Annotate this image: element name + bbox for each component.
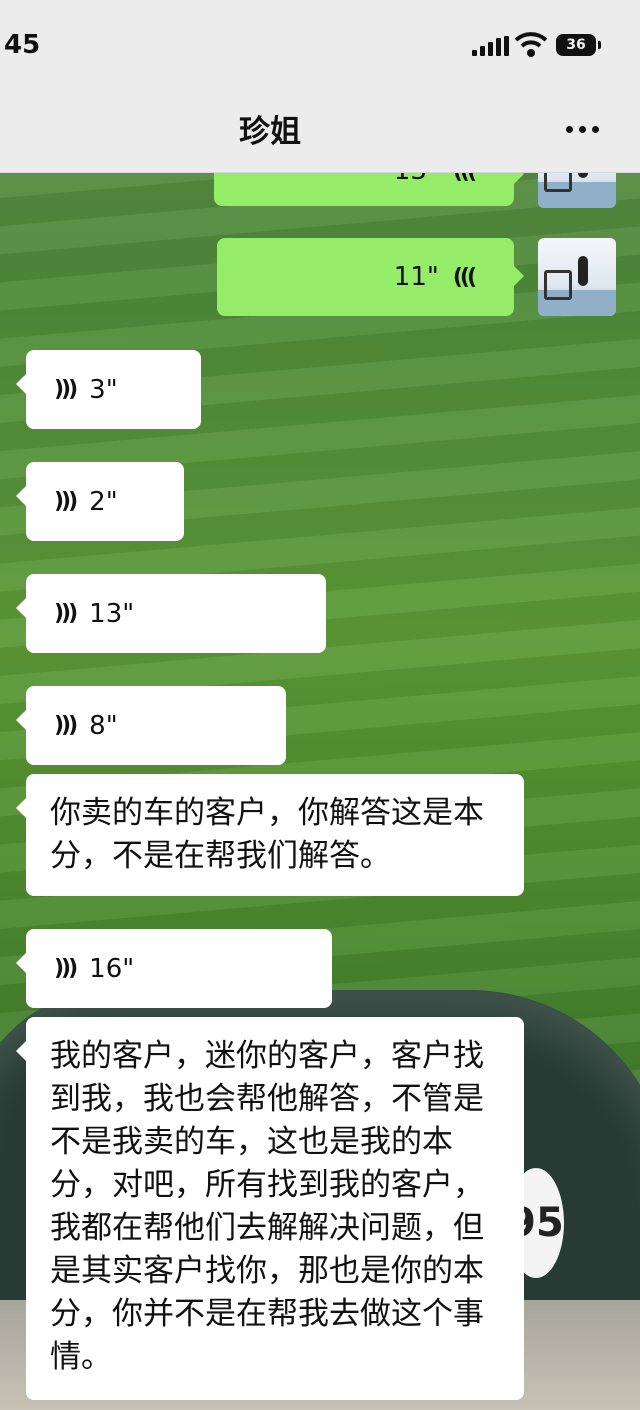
voice-duration: 2" bbox=[89, 486, 118, 517]
message-text: 你卖的车的客户，你解答这是本分，不是在帮我们解答。 bbox=[50, 795, 484, 874]
voice-message-incoming[interactable]: ))) 13" bbox=[16, 574, 326, 653]
voice-wave-icon: ))) bbox=[54, 713, 78, 738]
voice-duration: 13" bbox=[89, 598, 135, 629]
message-text: 我的客户，迷你的客户，客户找到我，我也会帮他解答，不管是不是我卖的车，这也是我的… bbox=[50, 1038, 484, 1375]
voice-message-incoming[interactable]: ))) 8" bbox=[16, 686, 286, 765]
chat-header: 珍姐 bbox=[0, 90, 640, 173]
more-dot-icon bbox=[566, 126, 573, 133]
status-time: 45 bbox=[4, 30, 41, 60]
voice-wave-icon: ))) bbox=[54, 489, 78, 514]
voice-message-outgoing[interactable]: 11" ((( bbox=[217, 238, 524, 316]
chat-title: 珍姐 bbox=[239, 114, 301, 150]
text-message-incoming[interactable]: 我的客户，迷你的客户，客户找到我，我也会帮他解答，不管是不是我卖的车，这也是我的… bbox=[16, 1017, 524, 1400]
voice-wave-icon: ((( bbox=[452, 264, 477, 290]
battery-icon: 36 bbox=[556, 34, 601, 56]
voice-message-incoming[interactable]: ))) 2" bbox=[16, 462, 184, 541]
voice-duration: 16" bbox=[89, 953, 135, 984]
cellular-signal-icon bbox=[472, 36, 509, 56]
battery-level: 36 bbox=[566, 37, 586, 53]
voice-duration: 3" bbox=[89, 374, 118, 405]
voice-wave-icon: ))) bbox=[54, 377, 78, 402]
wifi-icon bbox=[514, 32, 548, 57]
voice-message-incoming[interactable]: ))) 16" bbox=[16, 929, 332, 1008]
voice-message-incoming[interactable]: ))) 3" bbox=[16, 350, 201, 429]
more-options-button[interactable] bbox=[566, 126, 599, 133]
status-bar: 45 36 bbox=[0, 0, 640, 90]
voice-duration: 11" bbox=[393, 262, 439, 292]
text-message-incoming[interactable]: 你卖的车的客户，你解答这是本分，不是在帮我们解答。 bbox=[16, 774, 524, 896]
voice-duration: 8" bbox=[89, 710, 118, 741]
avatar[interactable] bbox=[538, 238, 616, 316]
more-dot-icon bbox=[592, 126, 599, 133]
more-dot-icon bbox=[579, 126, 586, 133]
voice-wave-icon: ))) bbox=[54, 601, 78, 626]
voice-wave-icon: ))) bbox=[54, 956, 78, 981]
